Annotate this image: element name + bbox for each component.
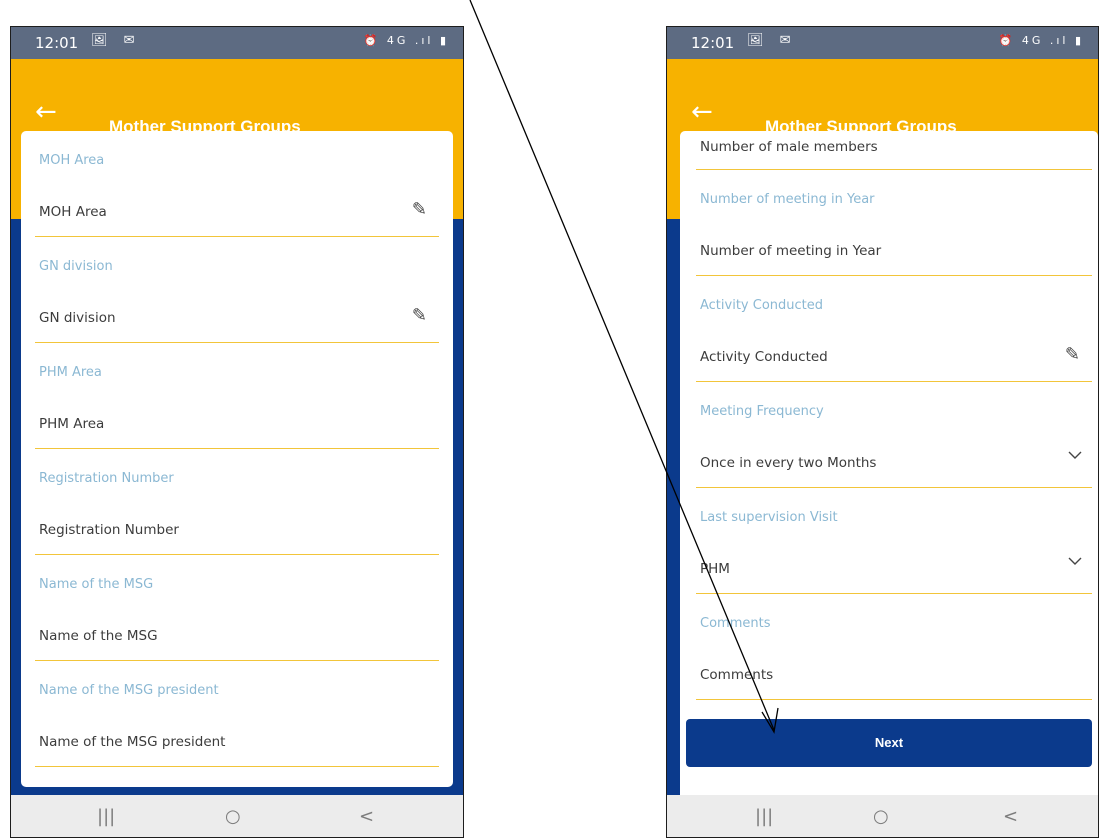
recent-apps-button[interactable]: ||| bbox=[755, 806, 773, 827]
system-nav-bar: ||| ○ < bbox=[667, 795, 1098, 837]
field-comments[interactable]: Comments Comments bbox=[696, 594, 1092, 700]
field-input[interactable]: Activity Conducted bbox=[700, 349, 828, 365]
field-input[interactable]: Registration Number bbox=[39, 522, 179, 538]
field-gn-division[interactable]: GN division GN division ✎ bbox=[35, 237, 439, 343]
field-meeting-frequency[interactable]: Meeting Frequency Once in every two Mont… bbox=[696, 382, 1092, 488]
notification-icons: 🖼 ✉ bbox=[91, 33, 141, 48]
field-label: Activity Conducted bbox=[700, 298, 824, 313]
system-icons: ⏰ 4G .ıl ▮ bbox=[363, 34, 449, 47]
field-input[interactable]: MOH Area bbox=[39, 204, 107, 220]
field-label: Number of meeting in Year bbox=[700, 192, 875, 207]
field-phm-area[interactable]: PHM Area PHM Area bbox=[35, 343, 439, 449]
field-input[interactable]: Comments bbox=[700, 667, 773, 683]
field-activity-conducted[interactable]: Activity Conducted Activity Conducted ✎ bbox=[696, 276, 1092, 382]
field-label: Comments bbox=[700, 616, 771, 631]
recent-apps-button[interactable]: ||| bbox=[97, 806, 115, 827]
field-label: PHM Area bbox=[39, 365, 102, 380]
field-last-supervision[interactable]: Last supervision Visit PHM bbox=[696, 488, 1092, 594]
system-icons: ⏰ 4G .ıl ▮ bbox=[998, 34, 1084, 47]
field-msg-president[interactable]: Name of the MSG president Name of the MS… bbox=[35, 661, 439, 767]
back-arrow-icon[interactable]: ← bbox=[691, 99, 713, 125]
dropdown-value[interactable]: Once in every two Months bbox=[700, 455, 876, 471]
field-input[interactable]: Name of the MSG bbox=[39, 628, 158, 644]
field-label: Registration Number bbox=[39, 471, 174, 486]
next-button[interactable]: Next bbox=[686, 719, 1092, 767]
field-moh-area[interactable]: MOH Area MOH Area ✎ bbox=[35, 131, 439, 237]
form-card: Number of male members Number of meeting… bbox=[680, 131, 1098, 811]
notification-icons: 🖼 ✉ bbox=[747, 33, 797, 48]
back-arrow-icon[interactable]: ← bbox=[35, 99, 57, 125]
left-phone-screen: 12:01 🖼 ✉ ⏰ 4G .ıl ▮ ← Mother Support Gr… bbox=[10, 26, 464, 838]
nav-back-button[interactable]: < bbox=[1003, 806, 1018, 827]
field-label: Last supervision Visit bbox=[700, 510, 838, 525]
pencil-icon[interactable]: ✎ bbox=[412, 305, 427, 326]
field-input[interactable]: Number of meeting in Year bbox=[700, 243, 881, 259]
field-label: Meeting Frequency bbox=[700, 404, 824, 419]
status-bar: 12:01 🖼 ✉ ⏰ 4G .ıl ▮ bbox=[11, 27, 463, 59]
home-button[interactable]: ○ bbox=[873, 806, 889, 827]
status-bar: 12:01 🖼 ✉ ⏰ 4G .ıl ▮ bbox=[667, 27, 1098, 59]
field-input[interactable]: Number of male members bbox=[700, 139, 878, 155]
field-label: GN division bbox=[39, 259, 113, 274]
field-label: Name of the MSG bbox=[39, 577, 154, 592]
field-registration-number[interactable]: Registration Number Registration Number bbox=[35, 449, 439, 555]
chevron-down-icon[interactable] bbox=[1068, 448, 1082, 462]
field-meetings-per-year[interactable]: Number of meeting in Year Number of meet… bbox=[696, 170, 1092, 276]
right-phone-screen: 12:01 🖼 ✉ ⏰ 4G .ıl ▮ ← Mother Support Gr… bbox=[666, 26, 1099, 838]
status-time: 12:01 bbox=[691, 34, 735, 52]
field-input[interactable]: Name of the MSG president bbox=[39, 734, 225, 750]
field-input[interactable]: GN division bbox=[39, 310, 116, 326]
home-button[interactable]: ○ bbox=[225, 806, 241, 827]
pencil-icon[interactable]: ✎ bbox=[1065, 344, 1080, 365]
field-label: MOH Area bbox=[39, 153, 105, 168]
field-male-members[interactable]: Number of male members bbox=[696, 131, 1092, 170]
status-time: 12:01 bbox=[35, 34, 79, 52]
field-msg-name[interactable]: Name of the MSG Name of the MSG bbox=[35, 555, 439, 661]
field-input[interactable]: PHM Area bbox=[39, 416, 104, 432]
form-card: MOH Area MOH Area ✎ GN division GN divis… bbox=[21, 131, 453, 787]
field-label: Name of the MSG president bbox=[39, 683, 219, 698]
chevron-down-icon[interactable] bbox=[1068, 554, 1082, 568]
pencil-icon[interactable]: ✎ bbox=[412, 199, 427, 220]
nav-back-button[interactable]: < bbox=[359, 806, 374, 827]
system-nav-bar: ||| ○ < bbox=[11, 795, 463, 837]
dropdown-value[interactable]: PHM bbox=[700, 561, 730, 577]
